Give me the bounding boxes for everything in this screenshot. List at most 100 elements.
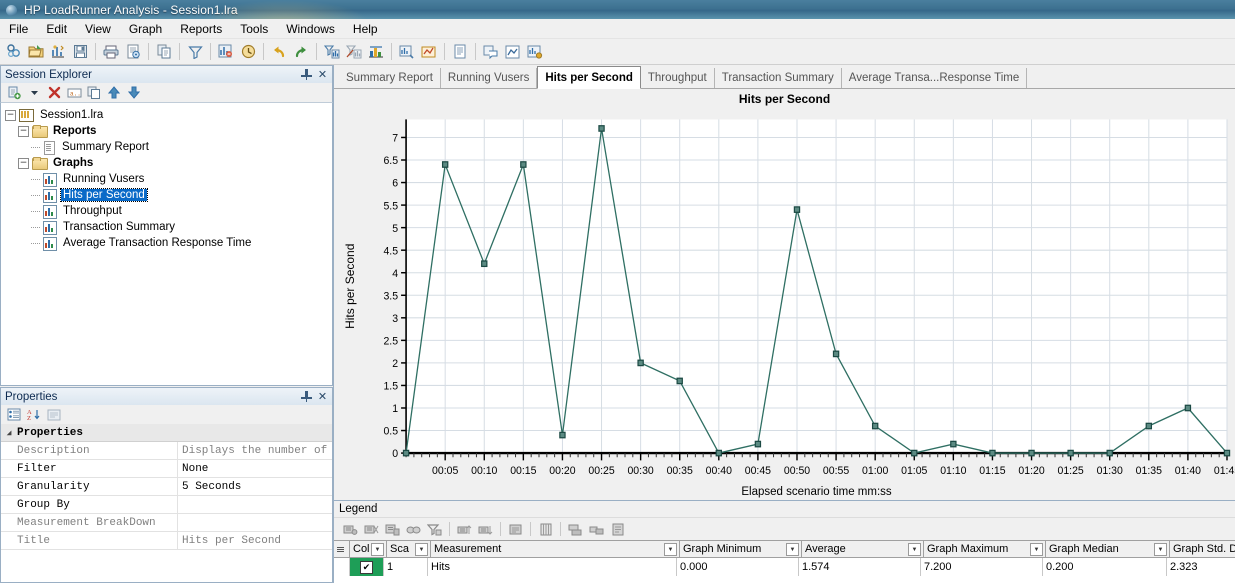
filter-icon[interactable] (184, 41, 206, 62)
dropdown-arrow-icon[interactable] (24, 84, 44, 101)
graph-properties-icon[interactable] (524, 41, 546, 62)
grid-menu-icon[interactable] (337, 546, 344, 552)
open-session-icon[interactable] (25, 41, 47, 62)
report-icon[interactable] (449, 41, 471, 62)
hits-per-second-line-chart[interactable]: 0 0.5 1 1.5 2 2.5 3 3.5 4 4.5 5 5.5 6 6.5 7 00:05 00:10 0… (334, 109, 1235, 500)
configure-measurement-icon[interactable] (424, 520, 445, 538)
expand-toggle-icon[interactable]: − (5, 109, 16, 121)
rename-item-icon[interactable]: a... (64, 84, 84, 101)
granularity-icon[interactable] (237, 41, 259, 62)
tree-node-average-transaction-response-time[interactable]: Average Transaction Response Time (5, 235, 332, 251)
property-row-description[interactable]: Description Displays the number of hits (1, 442, 332, 460)
properties-section-header[interactable]: ◢ Properties (1, 424, 332, 442)
property-row-group-by[interactable]: Group By (1, 496, 332, 514)
collapse-triangle-icon[interactable]: ◢ (1, 428, 17, 438)
duplicate-item-icon[interactable] (84, 84, 104, 101)
row-stddev-cell[interactable]: 2.323 (1167, 558, 1235, 576)
column-header-graph-maximum[interactable]: Graph Maximum ▼ (924, 541, 1046, 557)
clear-filter-icon[interactable] (343, 41, 365, 62)
add-comment-icon[interactable] (480, 41, 502, 62)
menu-item-windows[interactable]: Windows (277, 20, 344, 38)
set-granularity-icon[interactable] (505, 520, 526, 538)
move-up-icon[interactable] (104, 84, 124, 101)
delete-item-icon[interactable] (44, 84, 64, 101)
pin-icon[interactable] (300, 68, 313, 81)
hide-all-measurements-icon[interactable] (361, 520, 382, 538)
property-row-measurement-breakdown[interactable]: Measurement BreakDown (1, 514, 332, 532)
chevron-down-icon[interactable]: ▼ (664, 543, 677, 556)
auto-correlate-icon[interactable] (418, 41, 440, 62)
chevron-down-icon[interactable]: ▼ (1030, 543, 1043, 556)
view-graph-icon[interactable] (502, 41, 524, 62)
expand-toggle-icon[interactable]: − (18, 125, 29, 137)
show-all-measurements-icon[interactable] (340, 520, 361, 538)
menu-item-edit[interactable]: Edit (37, 20, 76, 38)
auto-filter-icon[interactable] (321, 41, 343, 62)
add-new-item-icon[interactable] (4, 84, 24, 101)
merge-columns-icon[interactable] (586, 520, 607, 538)
chevron-down-icon[interactable]: ▼ (415, 543, 428, 556)
row-median-cell[interactable]: 0.200 (1043, 558, 1167, 576)
menu-item-file[interactable]: File (0, 20, 37, 38)
print-preview-icon[interactable] (122, 41, 144, 62)
print-icon[interactable] (100, 41, 122, 62)
property-pages-icon[interactable] (44, 406, 64, 423)
copy-icon[interactable] (153, 41, 175, 62)
row-visible-checkbox[interactable]: ✔ (360, 560, 373, 574)
legend-table[interactable]: Col ▼ Sca ▼ Measurement ▼ Graph Minimum … (334, 540, 1235, 583)
legend-options-icon[interactable] (607, 520, 628, 538)
row-average-cell[interactable]: 1.574 (799, 558, 921, 576)
chevron-down-icon[interactable]: ▼ (908, 543, 921, 556)
tree-node-hits-per-second[interactable]: Hits per Second (5, 187, 332, 203)
row-selector-cell[interactable] (334, 558, 350, 576)
tab-transaction-summary[interactable]: Transaction Summary (715, 68, 842, 88)
tab-average-transaction-response-time[interactable]: Average Transa...Response Time (842, 68, 1028, 88)
column-header-graph-minimum[interactable]: Graph Minimum ▼ (680, 541, 802, 557)
tree-node-reports[interactable]: − Reports (5, 123, 332, 139)
move-down-icon[interactable] (124, 84, 144, 101)
tree-node-session-root[interactable]: − Session1.lra (5, 107, 332, 123)
new-session-icon[interactable] (3, 41, 25, 62)
tree-node-graphs[interactable]: − Graphs (5, 155, 332, 171)
save-icon[interactable] (69, 41, 91, 62)
show-measurement-icon[interactable] (382, 520, 403, 538)
column-header-graph-std-deviation[interactable]: Graph Std. Devia (1170, 541, 1235, 557)
menu-item-help[interactable]: Help (344, 20, 387, 38)
animate-selected-line-icon[interactable] (403, 520, 424, 538)
property-row-granularity[interactable]: Granularity 5 Seconds (1, 478, 332, 496)
row-measurement-cell[interactable]: Hits (428, 558, 677, 576)
close-icon[interactable]: ✕ (316, 390, 329, 403)
pin-icon[interactable] (300, 390, 313, 403)
sort-ascending-icon[interactable] (454, 520, 475, 538)
merge-graphs-icon[interactable] (365, 41, 387, 62)
categorized-view-icon[interactable] (4, 406, 24, 423)
expand-toggle-icon[interactable]: − (18, 157, 29, 169)
property-row-filter[interactable]: Filter None (1, 460, 332, 478)
row-selector-header[interactable] (334, 541, 350, 557)
plot-area[interactable]: 0 0.5 1 1.5 2 2.5 3 3.5 4 4.5 5 5.5 6 6.5 7 00:05 00:10 0… (334, 109, 1235, 500)
chevron-down-icon[interactable]: ▼ (371, 543, 384, 556)
row-color-cell[interactable]: ✔ (350, 558, 384, 576)
redo-icon[interactable] (290, 41, 312, 62)
row-scale-cell[interactable]: 1 (384, 558, 428, 576)
alphabetical-sort-icon[interactable]: AZ (24, 406, 44, 423)
row-minimum-cell[interactable]: 0.000 (677, 558, 799, 576)
menu-item-tools[interactable]: Tools (231, 20, 277, 38)
column-header-graph-median[interactable]: Graph Median ▼ (1046, 541, 1170, 557)
menu-item-view[interactable]: View (76, 20, 120, 38)
undo-icon[interactable] (268, 41, 290, 62)
table-row[interactable]: ✔ 1 Hits 0.000 1.574 7.200 0.200 2.323 (334, 558, 1235, 576)
sort-descending-icon[interactable] (475, 520, 496, 538)
property-row-title[interactable]: Title Hits per Second (1, 532, 332, 550)
close-icon[interactable]: ✕ (316, 68, 329, 81)
tree-node-running-vusers[interactable]: Running Vusers (5, 171, 332, 187)
column-header-color[interactable]: Col ▼ (350, 541, 387, 557)
export-legend-icon[interactable] (565, 520, 586, 538)
column-header-average[interactable]: Average ▼ (802, 541, 924, 557)
chevron-down-icon[interactable]: ▼ (1154, 543, 1167, 556)
column-header-scale[interactable]: Sca ▼ (387, 541, 431, 557)
properties-grid[interactable]: ◢ Properties Description Displays the nu… (0, 424, 333, 583)
menu-item-reports[interactable]: Reports (171, 20, 231, 38)
chevron-down-icon[interactable]: ▼ (786, 543, 799, 556)
tree-node-throughput[interactable]: Throughput (5, 203, 332, 219)
